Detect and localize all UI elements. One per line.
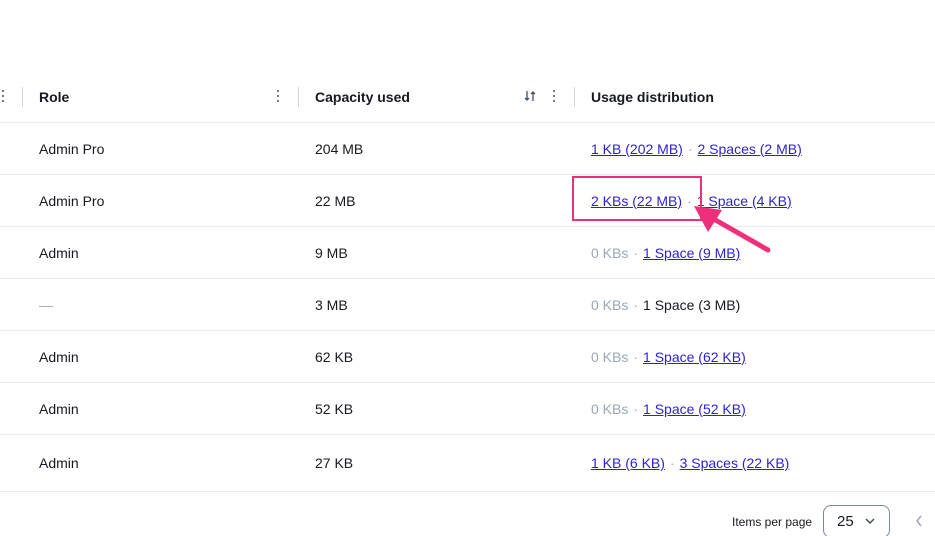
spaces-link[interactable]: 1 Space (4 KB) [697,193,792,209]
role-cell: Admin Pro [39,192,105,209]
capacity-cell: 204 MB [315,140,364,157]
knowledge-bases-link[interactable]: 2 KBs (22 MB) [591,193,682,209]
column-header-usage[interactable]: Usage distribution [591,70,714,123]
capacity-table: Role Capacity used Usage distribution Ad… [0,70,935,492]
capacity-cell: 52 KB [315,400,354,417]
role-cell: Admin [39,400,79,417]
knowledge-bases-text: 0 KBs [591,348,629,365]
table-row: Admin 62 KB 0 KBs · 1 Space (62 KB) [0,331,935,383]
knowledge-bases-text: 0 KBs [591,296,629,313]
role-cell: Admin Pro [39,140,105,157]
separator-dot: · [687,192,692,209]
table-row: — 3 MB 0 KBs · 1 Space (3 MB) [0,279,935,331]
chevron-left-icon[interactable] [914,514,924,528]
separator-dot: · [633,296,639,313]
table-row: Admin 52 KB 0 KBs · 1 Space (52 KB) [0,383,935,435]
capacity-cell: 27 KB [315,455,354,471]
separator-dot: · [633,244,639,261]
separator-dot: · [669,455,675,471]
usage-cell: 1 KB (6 KB) · 3 Spaces (22 KB) [591,435,789,491]
usage-cell: 0 KBs · 1 Space (52 KB) [591,383,746,434]
usage-cell: 2 KBs (22 MB) · 1 Space (4 KB) [591,175,792,226]
capacity-cell: 3 MB [315,296,348,313]
items-per-page-select[interactable]: 25 [823,505,890,536]
spaces-link[interactable]: 2 Spaces (2 MB) [698,141,802,157]
table-row: Admin Pro 204 MB 1 KB (202 MB) · 2 Spaces (2… [0,123,935,175]
knowledge-bases-link[interactable]: 1 KB (202 MB) [591,141,683,157]
table-header: Role Capacity used Usage distribution [0,70,935,123]
items-per-page-label: Items per page [732,515,813,529]
role-cell: Admin [39,455,79,471]
capacity-cell: 62 KB [315,348,354,365]
separator-dot: · [687,140,693,157]
knowledge-bases-text: 0 KBs [591,244,629,261]
sort-icon[interactable] [523,89,537,103]
spaces-link[interactable]: 1 Space (52 KB) [643,401,746,417]
usage-cell: 0 KBs · 1 Space (3 MB) [591,279,740,330]
capacity-cell: 22 MB [315,192,356,209]
column-menu-icon[interactable] [0,88,6,104]
column-divider[interactable] [298,87,299,107]
capacity-cell: 9 MB [315,244,348,261]
usage-cell: 0 KBs · 1 Space (62 KB) [591,331,746,382]
usage-cell: 0 KBs · 1 Space (9 MB) [591,227,740,278]
column-header-role[interactable]: Role [39,70,69,123]
items-per-page-value: 25 [837,513,854,530]
capacity-column-menu-icon[interactable] [551,88,557,104]
column-header-capacity[interactable]: Capacity used [315,70,410,123]
separator-dot: · [633,400,639,417]
table-row: Admin 9 MB 0 KBs · 1 Space (9 MB) [0,227,935,279]
column-divider[interactable] [574,87,575,107]
column-divider[interactable] [22,87,23,107]
knowledge-bases-link[interactable]: 1 KB (6 KB) [591,455,665,471]
spaces-link[interactable]: 3 Spaces (22 KB) [680,455,790,471]
spaces-link[interactable]: 1 Space (62 KB) [643,349,746,365]
role-cell: — [39,296,53,313]
role-column-menu-icon[interactable] [275,88,281,104]
knowledge-bases-text: 0 KBs [591,400,629,417]
spaces-link[interactable]: 1 Space (9 MB) [643,245,740,261]
role-cell: Admin [39,348,79,365]
spaces-text: 1 Space (3 MB) [643,296,741,313]
pagination-footer: Items per page 25 [0,492,935,536]
table-row: Admin Pro 22 MB 2 KBs (22 MB) · 1 Space (4 K… [0,175,935,227]
usage-cell: 1 KB (202 MB) · 2 Spaces (2 MB) [591,123,802,174]
table-row: Admin 27 KB 1 KB (6 KB) · 3 Spaces (22 KB) [0,435,935,492]
separator-dot: · [633,348,639,365]
chevron-down-icon [865,518,875,525]
role-cell: Admin [39,244,79,261]
